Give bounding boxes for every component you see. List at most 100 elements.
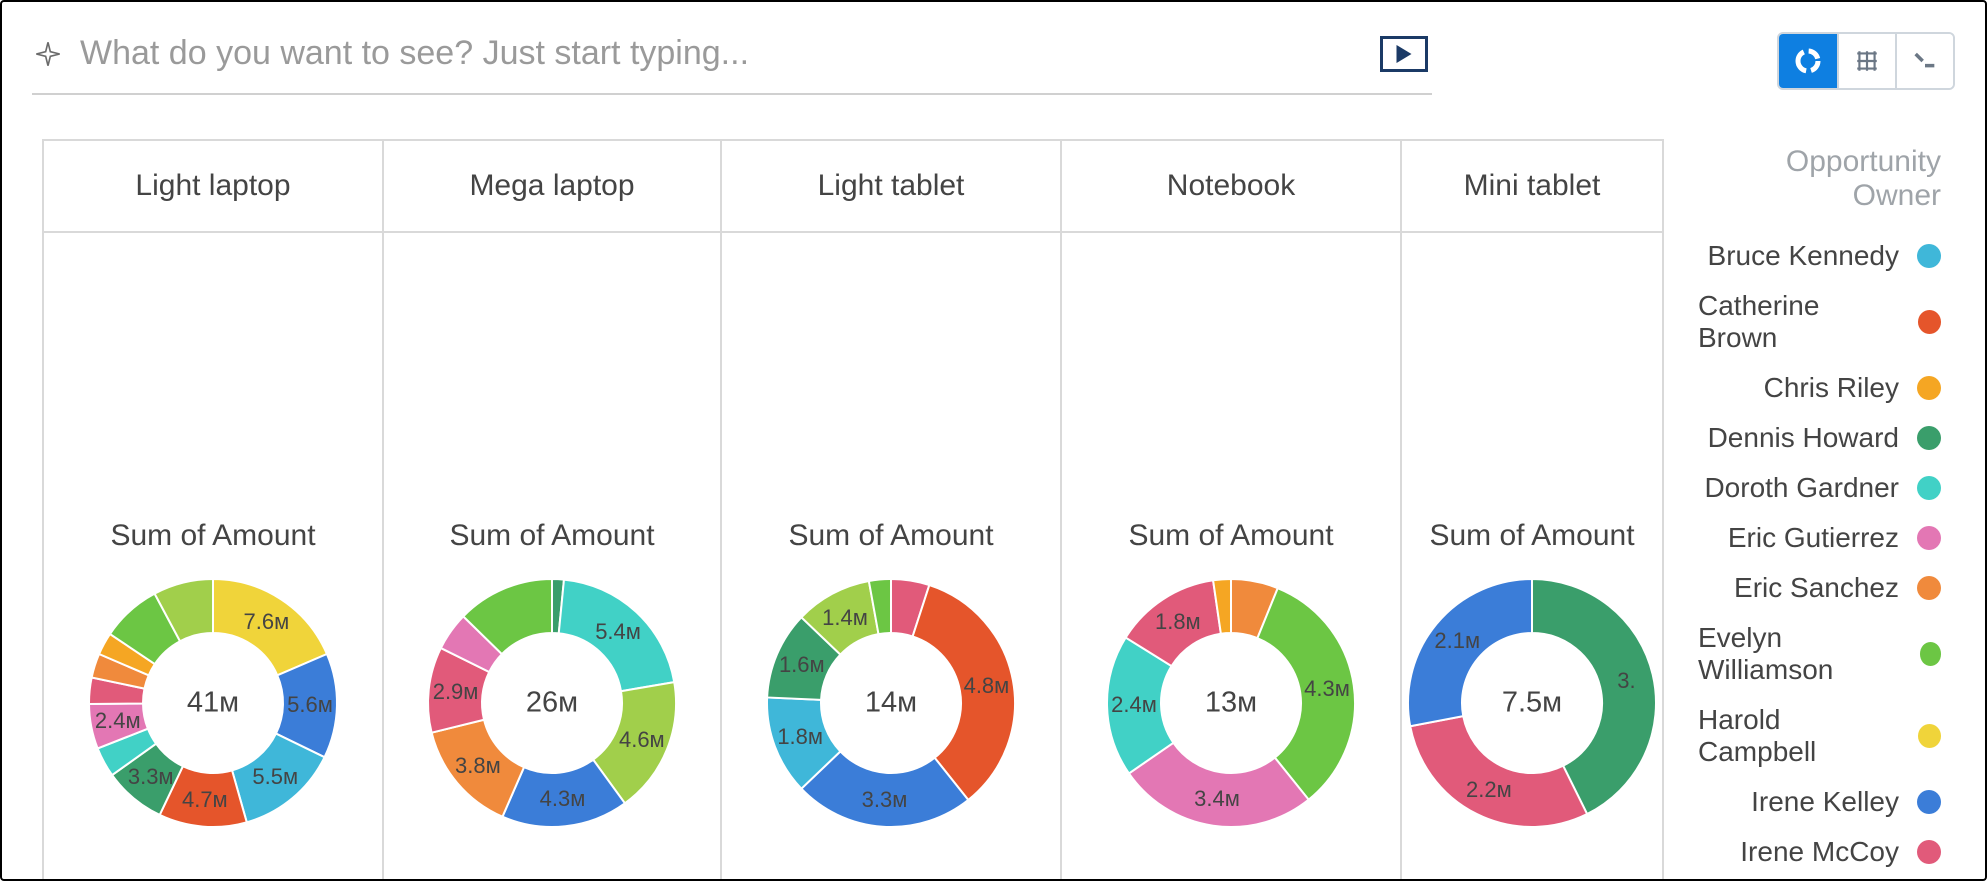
search-bar[interactable]	[32, 26, 1432, 95]
legend-item[interactable]: Eric Gutierrez	[1698, 513, 1955, 563]
legend-item-label: Dennis Howard	[1708, 422, 1899, 454]
legend-swatch	[1917, 840, 1941, 864]
slice-label: 4.7ᴍ	[182, 787, 228, 813]
legend-swatch	[1917, 476, 1941, 500]
legend-item[interactable]: Irene McCoy	[1698, 827, 1955, 877]
chart-subtitle: Sum of Amount	[1429, 519, 1634, 553]
legend-item-label: Harold Campbell	[1698, 704, 1900, 768]
slice-label: 2.4ᴍ	[1111, 692, 1157, 718]
column-header: Notebook	[1062, 141, 1400, 233]
donut-center-total: 26ᴍ	[526, 687, 578, 720]
legend-item-label: Evelyn Williamson	[1698, 622, 1902, 686]
play-icon[interactable]	[1380, 36, 1428, 72]
slice-label: 3.3ᴍ	[862, 787, 908, 813]
donut-slice[interactable]	[1410, 716, 1587, 827]
top-bar	[2, 2, 1985, 105]
slice-label: 4.3ᴍ	[1304, 676, 1350, 702]
view-toggle	[1777, 32, 1955, 90]
sparkle-icon	[34, 40, 62, 68]
legend-item-label: Irene McCoy	[1740, 836, 1899, 868]
chart-column: Mini tablet Sum of Amount 7.5ᴍ 3. 2.2ᴍ 2.1ᴍ	[1402, 141, 1662, 881]
donut-center-total: 7.5ᴍ	[1502, 687, 1562, 720]
slice-label: 4.3ᴍ	[540, 786, 586, 812]
chart-subtitle: Sum of Amount	[788, 519, 993, 553]
chart-column: Mega laptop Sum of Amount 26ᴍ 5.4ᴍ 4.6ᴍ 4.3ᴍ 3…	[384, 141, 722, 881]
legend-item[interactable]: Bruce Kennedy	[1698, 231, 1955, 281]
chart-subtitle: Sum of Amount	[449, 519, 654, 553]
column-header: Mini tablet	[1402, 141, 1662, 233]
donut-wrap: 13ᴍ4.3ᴍ3.4ᴍ2.4ᴍ1.8ᴍ	[1099, 571, 1363, 835]
legend-swatch	[1918, 310, 1941, 334]
legend-item-label: Eric Gutierrez	[1728, 522, 1899, 554]
legend-item-label: Doroth Gardner	[1704, 472, 1899, 504]
legend-item[interactable]: Irene Kelley	[1698, 777, 1955, 827]
slice-label: 5.5ᴍ	[252, 764, 298, 790]
table-view-button[interactable]	[1837, 34, 1895, 88]
slice-label: 1.4ᴍ	[822, 605, 868, 631]
column-header: Light laptop	[44, 141, 382, 233]
chart-subtitle: Sum of Amount	[1128, 519, 1333, 553]
slice-label: 1.6ᴍ	[779, 652, 825, 678]
legend-item-label: Eric Sanchez	[1734, 572, 1899, 604]
app-frame: Light laptop Sum of Amount 41ᴍ 7.6ᴍ 5.6ᴍ 5.5ᴍ…	[0, 0, 1987, 881]
legend-item-label: Catherine Brown	[1698, 290, 1900, 354]
legend-swatch	[1917, 376, 1941, 400]
slice-label: 2.1ᴍ	[1434, 628, 1480, 654]
slice-label: 3.8ᴍ	[455, 753, 501, 779]
donut-center-total: 41ᴍ	[187, 687, 239, 720]
legend-item-label: Chris Riley	[1764, 372, 1899, 404]
donut-center-total: 13ᴍ	[1205, 687, 1257, 720]
legend-swatch	[1917, 790, 1941, 814]
slice-label: 3.	[1617, 668, 1635, 694]
legend-item[interactable]: Catherine Brown	[1698, 281, 1955, 363]
chart-view-button[interactable]	[1779, 34, 1837, 88]
column-header: Mega laptop	[384, 141, 720, 233]
slice-label: 7.6ᴍ	[243, 609, 289, 635]
slice-label: 3.3ᴍ	[128, 764, 174, 790]
donut-wrap: 26ᴍ 5.4ᴍ 4.6ᴍ 4.3ᴍ 3.8ᴍ 2.9ᴍ	[420, 571, 684, 835]
column-body: Sum of Amount 41ᴍ 7.6ᴍ 5.6ᴍ 5.5ᴍ 4.7ᴍ 3.3ᴍ 2.4ᴍ	[44, 233, 382, 881]
legend-swatch	[1917, 426, 1941, 450]
chart-column: Light tablet Sum of Amount 14ᴍ 4.8ᴍ 3.3ᴍ 1.8ᴍ…	[722, 141, 1062, 881]
slice-label: 2.2ᴍ	[1466, 777, 1512, 803]
legend-item-label: Bruce Kennedy	[1708, 240, 1899, 272]
donut-wrap: 7.5ᴍ 3. 2.2ᴍ 2.1ᴍ	[1400, 571, 1664, 835]
legend-swatch	[1918, 724, 1941, 748]
slice-label: 1.8ᴍ	[777, 724, 823, 750]
content: Light laptop Sum of Amount 41ᴍ 7.6ᴍ 5.6ᴍ 5.5ᴍ…	[2, 105, 1985, 881]
slice-label: 1.8ᴍ	[1155, 609, 1201, 635]
legend: Opportunity Owner Bruce Kennedy Catherine…	[1698, 145, 1955, 881]
legend-title: Opportunity Owner	[1698, 145, 1955, 213]
chart-subtitle: Sum of Amount	[110, 519, 315, 553]
legend-item[interactable]: Chris Riley	[1698, 363, 1955, 413]
column-body: Sum of Amount 14ᴍ 4.8ᴍ 3.3ᴍ 1.8ᴍ 1.6ᴍ 1.4ᴍ	[722, 233, 1060, 881]
chart-column: Light laptop Sum of Amount 41ᴍ 7.6ᴍ 5.6ᴍ 5.5ᴍ…	[44, 141, 384, 881]
legend-item[interactable]: Evelyn Williamson	[1698, 613, 1955, 695]
legend-item[interactable]: John Williams	[1698, 877, 1955, 881]
legend-item[interactable]: Harold Campbell	[1698, 695, 1955, 777]
column-header: Light tablet	[722, 141, 1060, 233]
column-body: Sum of Amount 7.5ᴍ 3. 2.2ᴍ 2.1ᴍ	[1402, 233, 1662, 881]
legend-item[interactable]: Doroth Gardner	[1698, 463, 1955, 513]
legend-item-label: Irene Kelley	[1751, 786, 1899, 818]
column-body: Sum of Amount 26ᴍ 5.4ᴍ 4.6ᴍ 4.3ᴍ 3.8ᴍ 2.9ᴍ	[384, 233, 720, 881]
legend-item[interactable]: Eric Sanchez	[1698, 563, 1955, 613]
donut-wrap: 41ᴍ 7.6ᴍ 5.6ᴍ 5.5ᴍ 4.7ᴍ 3.3ᴍ 2.4ᴍ	[81, 571, 345, 835]
slice-label: 4.8ᴍ	[964, 673, 1010, 699]
slice-label: 5.4ᴍ	[595, 619, 641, 645]
slice-label: 4.6ᴍ	[619, 727, 665, 753]
code-view-button[interactable]	[1895, 34, 1953, 88]
slice-label: 5.6ᴍ	[287, 692, 333, 718]
donut-wrap: 14ᴍ 4.8ᴍ 3.3ᴍ 1.8ᴍ 1.6ᴍ 1.4ᴍ	[759, 571, 1023, 835]
slice-label: 2.4ᴍ	[95, 708, 141, 734]
donut-center-total: 14ᴍ	[865, 687, 917, 720]
legend-swatch	[1920, 642, 1942, 666]
chart-grid: Light laptop Sum of Amount 41ᴍ 7.6ᴍ 5.6ᴍ 5.5ᴍ…	[42, 139, 1664, 881]
legend-swatch	[1917, 244, 1941, 268]
chart-column: NotebookSum of Amount13ᴍ4.3ᴍ3.4ᴍ2.4ᴍ1.8ᴍ	[1062, 141, 1402, 881]
column-body: Sum of Amount13ᴍ4.3ᴍ3.4ᴍ2.4ᴍ1.8ᴍ	[1062, 233, 1400, 881]
search-input[interactable]	[80, 34, 1364, 73]
slice-label: 2.9ᴍ	[433, 679, 479, 705]
legend-item[interactable]: Dennis Howard	[1698, 413, 1955, 463]
legend-swatch	[1917, 526, 1941, 550]
